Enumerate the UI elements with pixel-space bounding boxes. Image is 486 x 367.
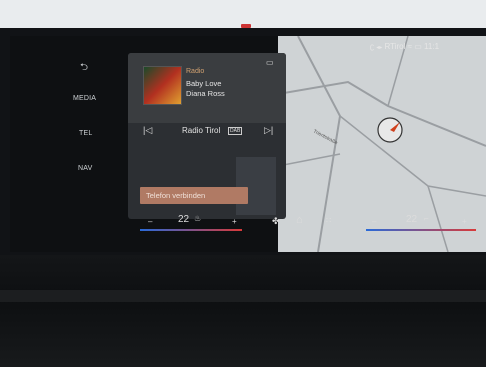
artist-name: Diana Ross <box>186 89 225 98</box>
wifi-icon: ≈ <box>407 42 413 51</box>
right-temp-minus[interactable]: – <box>372 217 376 226</box>
right-temp-plus[interactable]: + <box>462 217 467 226</box>
band-badge: DAB <box>228 127 243 135</box>
apps-grid-icon[interactable]: ∷ <box>326 216 331 225</box>
infotainment-screen: Trientstraße ʗ ◂▸ RTirol ≈ ▭ 11:1 ⮌ MEDI… <box>10 36 486 252</box>
connect-phone-button[interactable]: Telefon verbinden <box>140 187 248 204</box>
status-station: RTirol <box>384 42 406 51</box>
seat-heat-right-icon[interactable]: ⌐ <box>424 214 429 223</box>
map-roads: Trientstraße <box>277 36 486 252</box>
sidebar-item-media[interactable]: MEDIA <box>73 95 96 102</box>
home-icon[interactable]: ⌂ <box>296 214 303 226</box>
right-temp-value: 22 <box>406 214 418 225</box>
street-label: Trientstraße <box>312 128 339 146</box>
bluetooth-icon: ʗ <box>370 42 374 51</box>
right-temp-bar <box>366 229 476 231</box>
screen-icon: ▭ <box>414 42 422 51</box>
media-widget[interactable]: Radio Baby Love Diana Ross ▭ |◁ Radio Ti… <box>128 53 286 219</box>
left-temp-bar <box>140 229 242 231</box>
source-icon[interactable]: ▭ <box>266 58 274 67</box>
dashboard-trim <box>0 290 486 302</box>
seat-heat-left-icon[interactable]: ♨ <box>194 214 201 223</box>
navigation-map[interactable]: Trientstraße <box>277 36 486 252</box>
song-title: Baby Love <box>186 79 222 88</box>
radio-signal-icon: ◂▸ <box>376 45 383 51</box>
skip-next-icon[interactable]: ▷| <box>264 125 273 136</box>
station-name: Radio Tirol <box>182 126 221 135</box>
status-bar: ʗ ◂▸ RTirol ≈ ▭ 11:1 <box>370 42 439 51</box>
back-arrow-icon[interactable]: ⮌ <box>80 60 88 77</box>
left-temp-value: 22 <box>178 214 190 225</box>
left-temp-plus[interactable]: + <box>232 217 237 226</box>
fan-icon[interactable]: ✤ <box>272 216 280 227</box>
left-temp-minus[interactable]: – <box>148 217 152 226</box>
sidebar-item-nav[interactable]: NAV <box>78 165 92 172</box>
skip-previous-icon[interactable]: |◁ <box>143 125 152 136</box>
sidebar-item-tel[interactable]: TEL <box>79 130 92 137</box>
media-source: Radio <box>186 68 205 75</box>
clock: 11:1 <box>424 42 440 51</box>
dashboard-lower <box>0 255 486 367</box>
album-cover <box>143 66 182 105</box>
phone-widget-reflection <box>236 157 276 215</box>
